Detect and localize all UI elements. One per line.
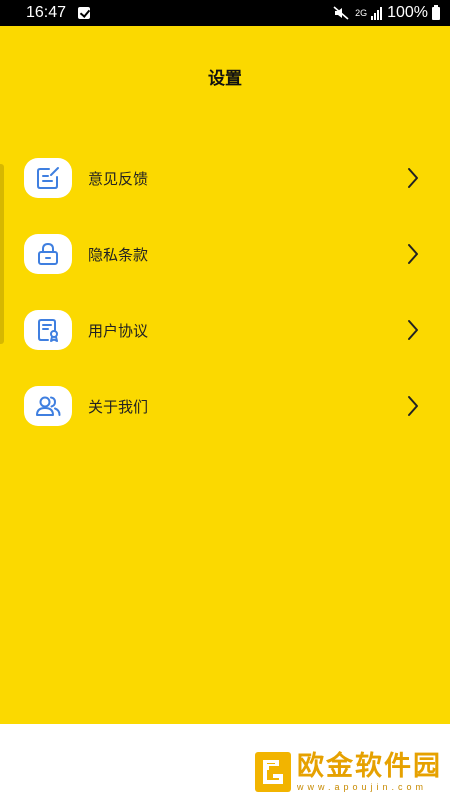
chevron-right-icon [408, 168, 418, 188]
watermark-text: 欧金软件园 www.apoujin.com [297, 753, 442, 792]
status-bar-right: 2G 100% [333, 4, 440, 22]
signal-icon [371, 6, 383, 20]
menu-item-label: 关于我们 [88, 397, 149, 416]
menu-icon-box [24, 386, 72, 426]
menu-item-label: 用户协议 [88, 321, 149, 340]
site-logo-icon [255, 752, 291, 792]
settings-screen: 设置 意见反馈 隐私条款 用户协议 关于我们 [0, 26, 450, 724]
settings-menu: 意见反馈 隐私条款 用户协议 关于我们 [0, 140, 450, 444]
battery-percent: 100% [387, 4, 428, 21]
menu-icon-box [24, 234, 72, 274]
chevron-right-icon [408, 396, 418, 416]
menu-icon-box [24, 158, 72, 198]
bottom-area: 欧金软件园 www.apoujin.com [0, 724, 450, 800]
chevron-right-icon [408, 244, 418, 264]
menu-item-label: 隐私条款 [88, 245, 149, 264]
watermark-url: www.apoujin.com [297, 781, 428, 792]
watermark-name: 欧金软件园 [297, 750, 442, 782]
network-type: 2G [355, 7, 368, 18]
feedback-edit-icon [37, 167, 59, 189]
lock-icon [38, 243, 58, 265]
menu-item-feedback[interactable]: 意见反馈 [0, 140, 450, 216]
page-title: 设置 [208, 69, 242, 89]
menu-item-label: 意见反馈 [88, 169, 149, 188]
menu-item-user-agreement[interactable]: 用户协议 [0, 292, 450, 368]
status-bar: 16:47 2G 100% [0, 0, 450, 26]
status-time: 16:47 [26, 4, 67, 21]
menu-icon-box [24, 310, 72, 350]
users-icon [36, 396, 61, 416]
battery-icon [432, 4, 440, 20]
menu-item-privacy[interactable]: 隐私条款 [0, 216, 450, 292]
mute-icon [333, 6, 349, 20]
chevron-right-icon [408, 320, 418, 340]
document-badge-icon [38, 319, 58, 342]
menu-item-about-us[interactable]: 关于我们 [0, 368, 450, 444]
watermark: 欧金软件园 www.apoujin.com [253, 750, 442, 794]
status-bar-left: 16:47 [26, 4, 91, 22]
notification-check-icon [78, 7, 91, 19]
